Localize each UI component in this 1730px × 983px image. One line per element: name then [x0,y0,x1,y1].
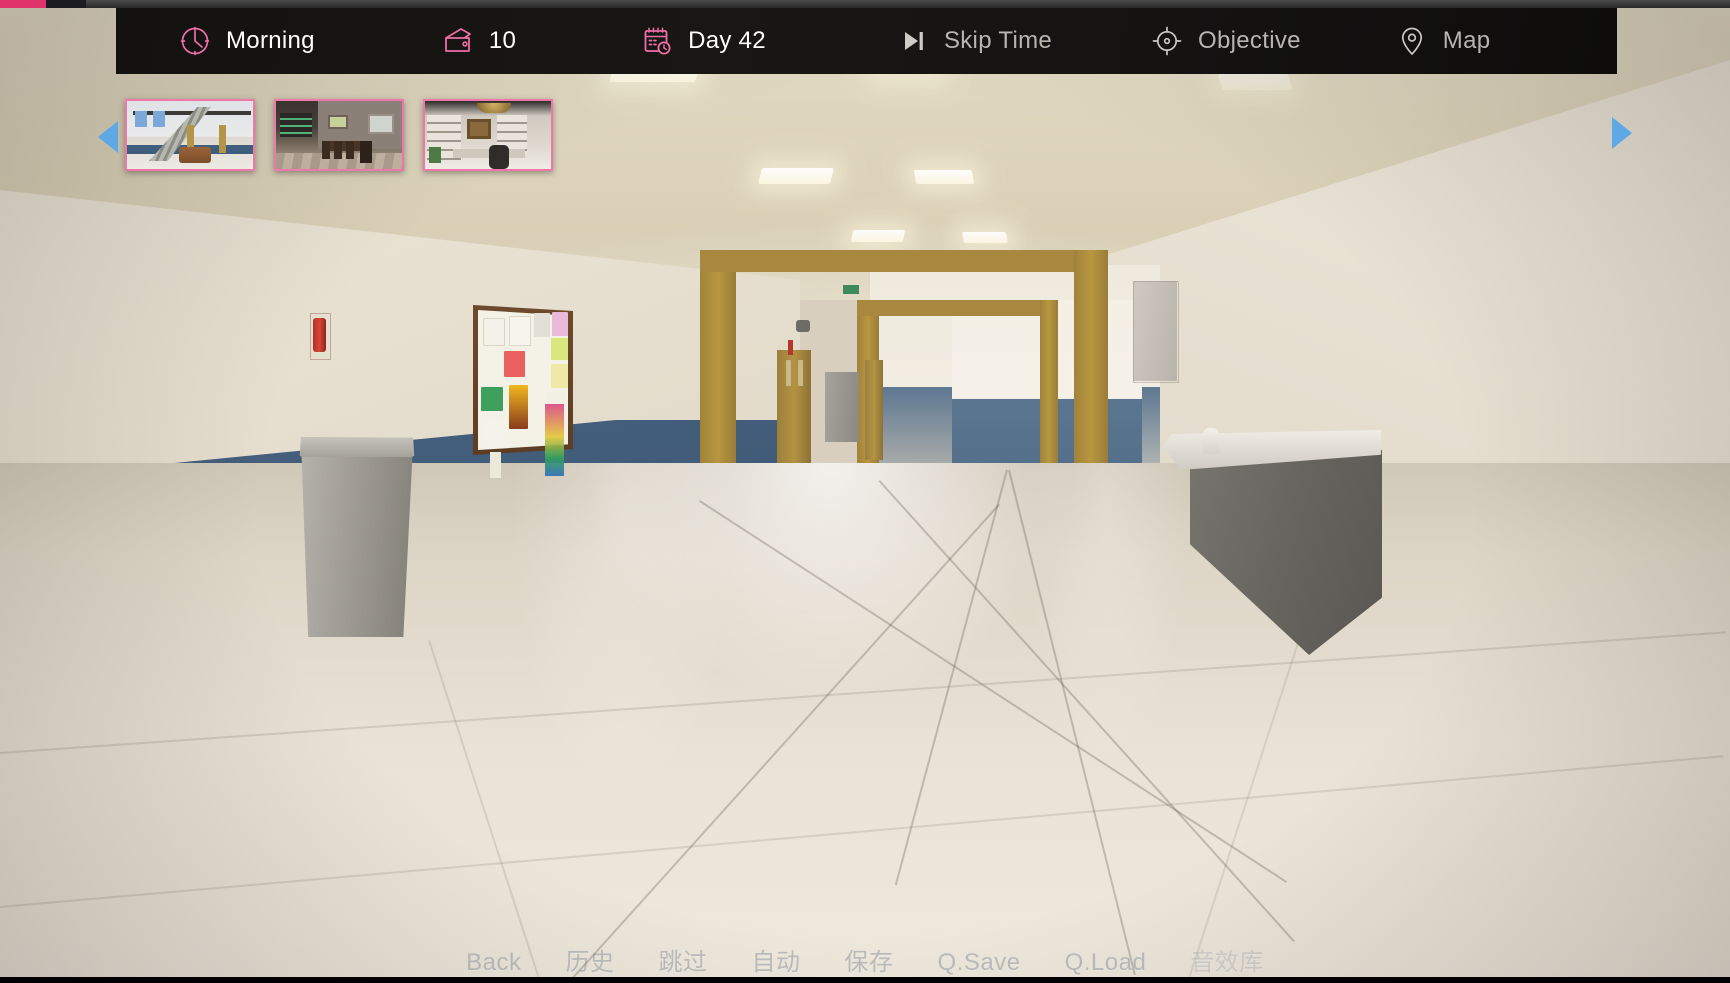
ceiling-light [1217,74,1293,90]
menu-item-quick-load[interactable]: Q.Load [1065,949,1147,977]
window-chrome-strip [0,0,1730,8]
bottom-menu-bar: Back 历史 跳过 自动 保存 Q.Save Q.Load 音效库 [0,942,1730,977]
money-label: 10 [488,27,517,54]
wall-speaker [796,320,810,332]
chrome-accent-left [0,0,46,8]
flyer [551,364,568,388]
gallery-prev-arrow-icon[interactable] [98,121,118,153]
water-fountain-spout [1203,428,1219,454]
location-thumbnail-atrium[interactable] [125,99,255,171]
target-icon [1152,26,1182,56]
hallway-door [777,350,811,478]
ceiling-light [913,170,975,184]
doorway-header [700,250,1108,272]
skip-forward-icon [904,32,923,50]
ceiling-light [758,168,834,184]
thumb-chair [334,141,342,159]
gallery-next-arrow-icon[interactable] [1612,117,1632,149]
clock-icon [180,26,210,56]
distant-trash-bin [825,372,859,442]
hud-money[interactable]: 10 [431,8,526,74]
trash-bin [300,437,414,637]
thumb-column [219,125,226,153]
chrome-accent-dark [46,0,86,8]
menu-item-quick-save[interactable]: Q.Save [938,949,1021,977]
flyer [551,338,568,360]
thumb-chandelier [477,103,511,113]
hanging-ribbons [545,404,564,476]
thumb-chair [322,141,330,159]
menu-item-sound-gallery[interactable]: 音效库 [1190,942,1264,977]
location-thumbnail-library-office[interactable] [423,99,553,171]
menu-item-save[interactable]: 保存 [845,942,894,977]
flyer-poster [509,385,528,429]
flyer [504,351,525,377]
floor-reflection [0,463,1730,983]
ceiling-light [850,230,906,242]
wallet-icon [444,28,471,52]
fountain-wall-panel-edge [1133,281,1179,383]
thumb-picture [328,115,348,129]
flyer [481,387,503,411]
door-window [786,360,791,386]
hud-time-of-day[interactable]: Morning [168,8,325,74]
flyer [552,312,568,336]
thumb-framed-art [467,119,491,139]
door-window [798,360,803,386]
thumb-bookshelf [280,113,312,137]
time-of-day-label: Morning [226,27,315,54]
thumb-planter [179,147,211,163]
flyer [483,419,503,447]
hallway-door-distant [865,360,883,460]
thumb-chair [346,141,354,159]
thumb-office-chair [489,145,509,169]
location-thumbnail-gallery [125,99,553,171]
menu-item-back[interactable]: Back [466,949,521,977]
menu-item-history[interactable]: 历史 [566,942,615,977]
thumb-window [368,114,394,134]
hud-skip-time[interactable]: Skip Time [886,8,1062,74]
day-label: Day 42 [688,27,766,54]
thumb-plant [429,147,441,163]
hanging-paper [490,452,501,478]
objective-label: Objective [1198,27,1301,54]
thumb-chair [360,141,372,163]
calendar-clock-icon [644,27,671,55]
fire-alarm [788,340,793,355]
flyer [534,313,550,337]
flyer [483,318,505,346]
trash-bin-lid [299,437,415,457]
thumb-poster [135,111,147,127]
skip-time-label: Skip Time [943,27,1053,54]
inner-doorway-column-right [1040,300,1058,476]
menu-item-skip[interactable]: 跳过 [659,942,708,977]
hud-map[interactable]: Map [1385,8,1501,74]
flyer [509,316,531,346]
hud-bar: Morning 10 Day 42 Skip Time Objective Ma… [116,8,1617,74]
exit-sign [843,285,859,294]
game-screen: Morning 10 Day 42 Skip Time Objective Ma… [0,0,1730,983]
hud-day[interactable]: Day 42 [630,8,776,74]
thumb-poster [153,111,165,127]
window-bottom-edge [0,977,1730,983]
map-label: Map [1442,27,1491,54]
menu-item-auto[interactable]: 自动 [752,942,801,977]
fire-extinguisher [313,318,326,352]
ceiling-light [962,232,1008,243]
inner-doorway-header [857,300,1057,316]
location-thumbnail-dining-room[interactable] [274,99,404,171]
map-pin-icon [1401,27,1422,55]
hud-objective[interactable]: Objective [1140,8,1311,74]
